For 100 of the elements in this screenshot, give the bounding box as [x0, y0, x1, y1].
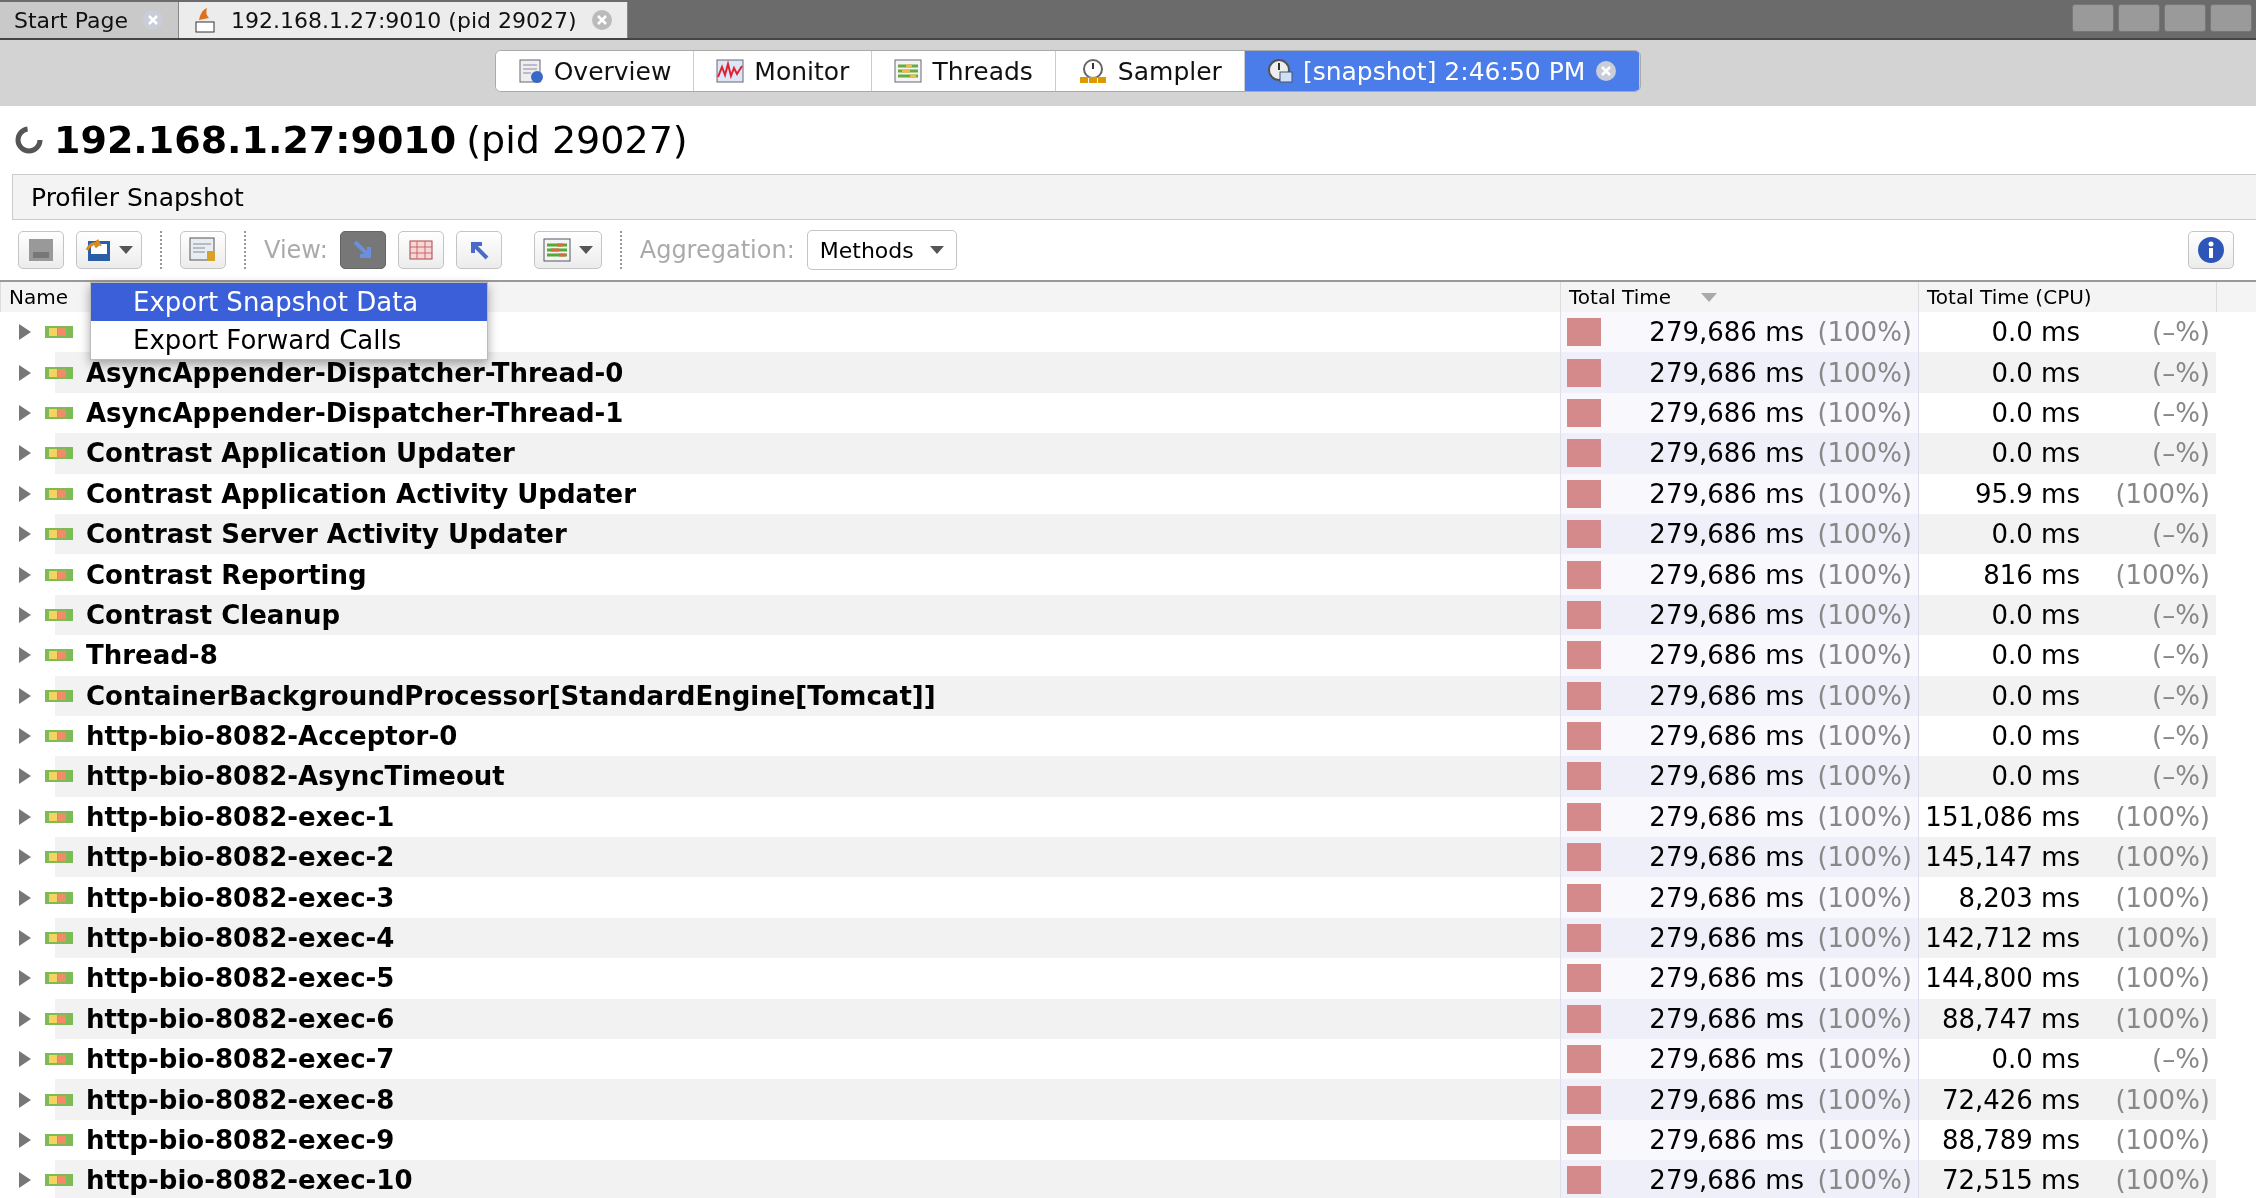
cpu-percent: (100%) [2114, 963, 2211, 994]
collapsed-icon[interactable] [18, 606, 32, 623]
pid-label: (pid 29027) [466, 118, 688, 162]
cpu-percent: (–%) [2151, 438, 2211, 469]
thread-name: Thread-8 [86, 640, 218, 671]
thread-name: http-bio-8082-AsyncTimeout [86, 761, 505, 792]
collapsed-icon[interactable] [18, 768, 32, 785]
cpu-percent: (100%) [2114, 923, 2211, 954]
view-tab[interactable]: Overview [495, 51, 695, 91]
collapsed-icon[interactable] [18, 1010, 32, 1027]
column-header[interactable]: Total Time (CPU) [1918, 282, 2216, 312]
thread-icon [44, 446, 74, 461]
collapsed-icon[interactable] [18, 404, 32, 421]
document-tab[interactable]: Start Page [0, 2, 179, 38]
total-time: 279,686 ms [1648, 1165, 1804, 1196]
thread-icon [44, 1052, 74, 1067]
cpu-time: 0.0 ms [1990, 761, 2080, 792]
cpu-time: 95.9 ms [1973, 478, 2080, 509]
cpu-percent: (100%) [2114, 1165, 2211, 1196]
thread-icon [44, 486, 74, 501]
collapsed-icon[interactable] [18, 526, 32, 543]
cpu-time: 88,747 ms [1940, 1003, 2080, 1034]
stopwatch-icon [1266, 58, 1293, 84]
document-icon [517, 58, 544, 84]
collapsed-icon[interactable] [18, 889, 32, 906]
cpu-time: 816 ms [1982, 559, 2080, 590]
document-tab[interactable]: 192.168.1.27:9010 (pid 29027) [179, 2, 628, 38]
cpu-time: 142,712 ms [1924, 923, 2080, 954]
total-time: 279,686 ms [1648, 317, 1804, 348]
info-button[interactable] [2188, 231, 2234, 269]
total-time: 279,686 ms [1648, 801, 1804, 832]
caret-icon [929, 246, 944, 254]
total-time: 279,686 ms [1648, 357, 1804, 388]
cpu-percent: (100%) [2114, 1084, 2211, 1115]
export-icon [85, 238, 111, 262]
collapsed-icon[interactable] [18, 1051, 32, 1068]
cpu-time: 72,515 ms [1940, 1165, 2080, 1196]
collapsed-icon[interactable] [18, 485, 32, 502]
cpu-time: 0.0 ms [1990, 599, 2080, 630]
total-percent: (100%) [1816, 1125, 1913, 1155]
collapsed-icon[interactable] [18, 445, 32, 462]
cpu-time: 72,426 ms [1940, 1084, 2080, 1115]
total-time: 279,686 ms [1648, 640, 1804, 671]
total-time: 279,686 ms [1648, 478, 1804, 509]
total-percent: (100%) [1816, 1044, 1913, 1075]
total-time: 279,686 ms [1648, 761, 1804, 792]
collapsed-icon[interactable] [18, 647, 32, 664]
thread-name: http-bio-8082-exec-5 [86, 963, 395, 994]
thread-icon [44, 688, 74, 703]
total-time: 279,686 ms [1648, 599, 1804, 630]
bars-icon [894, 59, 923, 83]
collapsed-icon[interactable] [18, 1172, 32, 1189]
menu-item[interactable]: Export Forward Calls [91, 321, 487, 359]
collapsed-icon[interactable] [18, 849, 32, 866]
collapsed-icon[interactable] [18, 1132, 32, 1148]
collapsed-icon[interactable] [18, 687, 32, 704]
collapsed-icon[interactable] [18, 364, 32, 381]
thread-name: Contrast Cleanup [86, 599, 340, 630]
cpu-percent: (100%) [2114, 842, 2211, 873]
view-button[interactable] [339, 231, 386, 269]
collapsed-icon[interactable] [18, 324, 32, 341]
view-button[interactable] [397, 231, 444, 269]
collapsed-icon[interactable] [18, 1091, 32, 1108]
aggregation-dropdown[interactable]: Methods [806, 230, 957, 270]
view-label: View: [264, 236, 328, 264]
view-tab[interactable]: [snapshot] 2:46:50 PM [1244, 51, 1641, 91]
total-time: 279,686 ms [1648, 963, 1804, 994]
menu-item[interactable]: Export Snapshot Data [91, 283, 487, 321]
total-time: 279,686 ms [1648, 721, 1804, 752]
collapsed-icon[interactable] [18, 728, 32, 745]
collapsed-icon[interactable] [18, 808, 32, 825]
thread-name: Contrast Application Updater [86, 438, 515, 469]
arrow-icon [351, 239, 374, 261]
view-button[interactable] [455, 231, 502, 269]
info-icon [2197, 236, 2225, 264]
total-percent: (100%) [1816, 721, 1913, 752]
collapsed-icon[interactable] [18, 566, 32, 583]
close-icon[interactable] [1595, 60, 1618, 82]
columns-button[interactable] [533, 231, 602, 269]
cpu-percent: (–%) [2151, 721, 2211, 752]
cpu-percent: (–%) [2151, 317, 2211, 348]
total-time: 279,686 ms [1648, 882, 1804, 913]
total-percent: (100%) [1816, 519, 1913, 550]
cpu-time: 0.0 ms [1990, 680, 2080, 711]
thread-icon [44, 1092, 74, 1107]
stopwatch-icon [1077, 58, 1108, 84]
total-percent: (100%) [1816, 478, 1913, 509]
cpu-percent: (–%) [2151, 761, 2211, 792]
thread-icon [44, 1173, 74, 1188]
save-button[interactable] [18, 231, 64, 269]
total-time: 279,686 ms [1648, 559, 1804, 590]
export-button[interactable] [76, 231, 142, 269]
total-percent: (100%) [1816, 761, 1913, 792]
total-time: 279,686 ms [1648, 1003, 1804, 1034]
snapshot-button[interactable] [180, 231, 226, 269]
collapsed-icon[interactable] [18, 930, 32, 947]
total-time: 279,686 ms [1648, 1044, 1804, 1075]
grid-icon [408, 240, 433, 260]
thread-name: http-bio-8082-Acceptor-0 [86, 721, 458, 752]
collapsed-icon[interactable] [18, 970, 32, 987]
